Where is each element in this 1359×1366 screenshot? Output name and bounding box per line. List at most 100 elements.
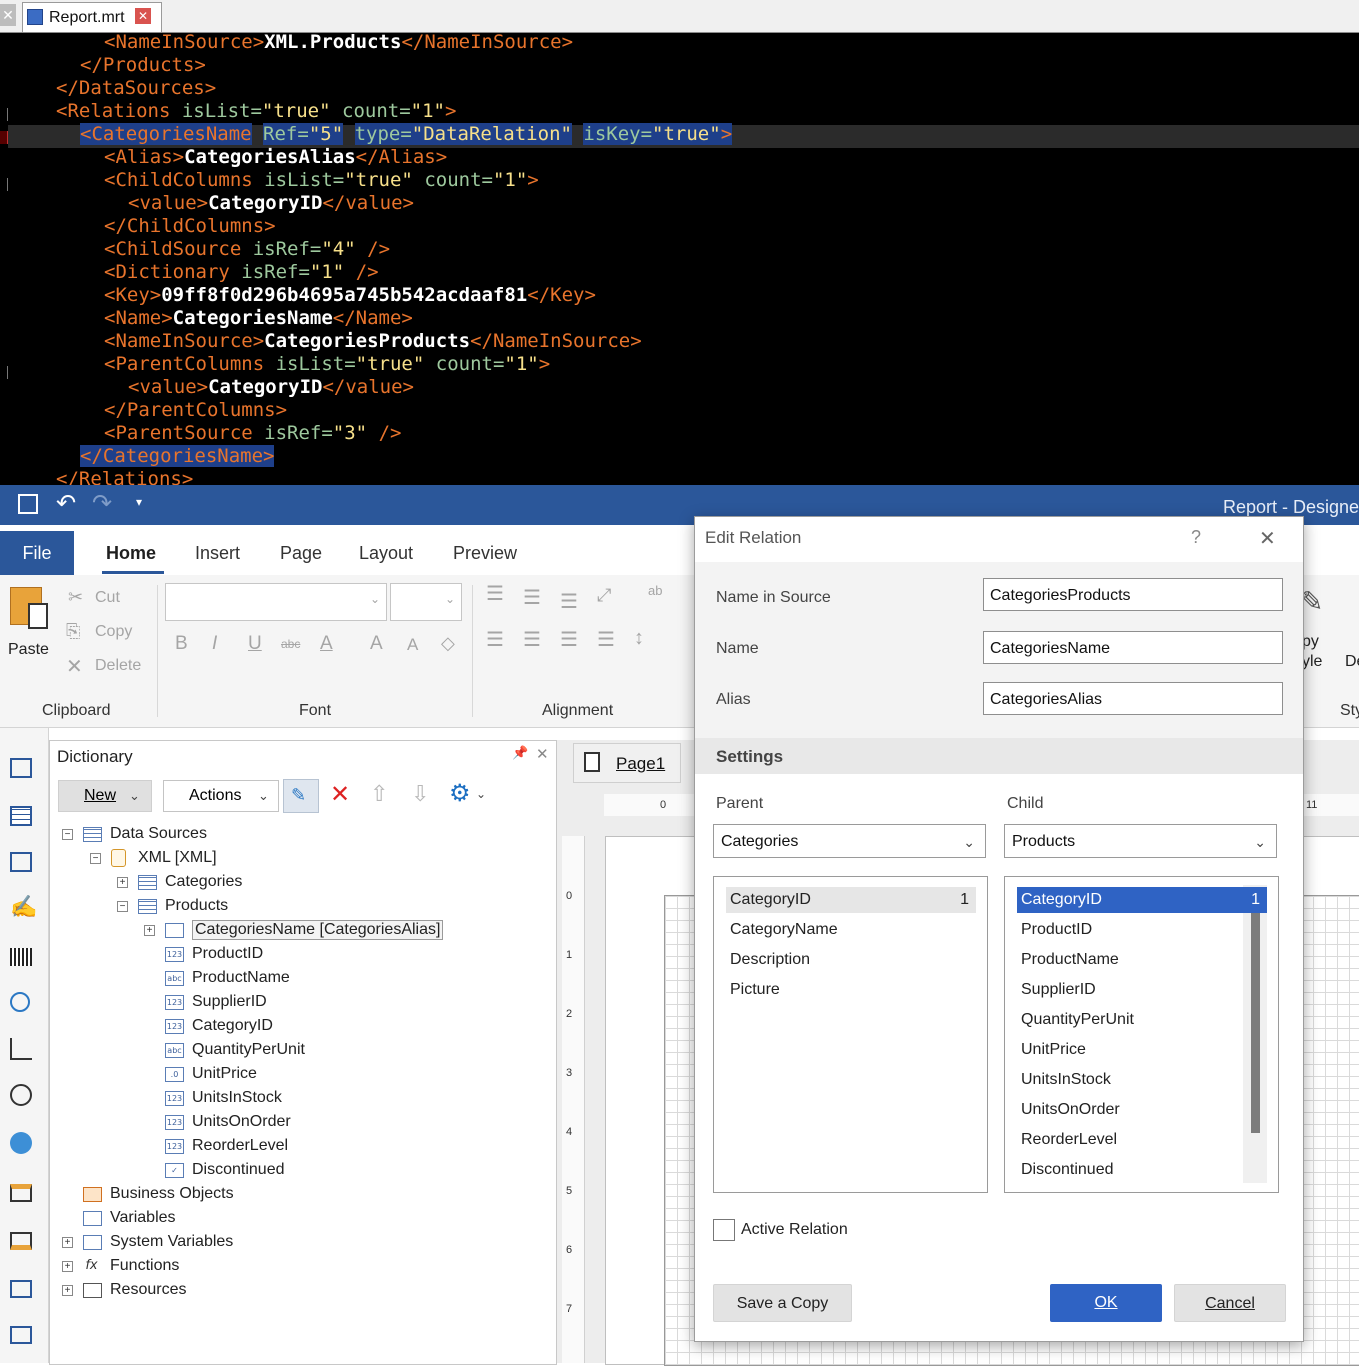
- font-size-combo[interactable]: ⌄: [390, 583, 462, 621]
- tree-column[interactable]: abc QuantityPerUnit: [50, 1040, 550, 1062]
- map-icon[interactable]: [10, 1132, 32, 1154]
- undo-icon[interactable]: ↶: [56, 489, 76, 518]
- tab-page[interactable]: Page: [280, 543, 322, 564]
- chart-icon[interactable]: [10, 1038, 32, 1060]
- delete-item-icon[interactable]: ✕: [330, 780, 350, 809]
- active-relation-checkbox[interactable]: [713, 1219, 735, 1241]
- align-right-icon[interactable]: ☰: [560, 627, 578, 652]
- child-columns-list[interactable]: CategoryID 1 ProductID ProductName SupplierI…: [1004, 876, 1279, 1193]
- list-item[interactable]: ReorderLevel: [1017, 1127, 1267, 1153]
- tab-preview[interactable]: Preview: [453, 543, 517, 564]
- eraser-icon[interactable]: ◇: [441, 633, 455, 654]
- tree-xml-connection[interactable]: − XML [XML]: [50, 848, 550, 870]
- copy-button[interactable]: Copy: [95, 623, 132, 641]
- bold-icon[interactable]: B: [175, 633, 188, 655]
- close-panel-icon[interactable]: ✕: [536, 745, 549, 763]
- child-select[interactable]: Products ⌄: [1004, 824, 1277, 858]
- tab-layout[interactable]: Layout: [359, 543, 413, 564]
- expand-icon[interactable]: +: [62, 1237, 73, 1248]
- parent-columns-list[interactable]: CategoryID 1 CategoryName Description Pictur…: [713, 876, 988, 1193]
- ok-button[interactable]: OK: [1050, 1284, 1162, 1322]
- actions-button[interactable]: Actions ⌄: [163, 780, 279, 812]
- align-top-icon[interactable]: ☰: [486, 581, 504, 606]
- barcode-icon[interactable]: [10, 948, 32, 966]
- expand-icon[interactable]: +: [117, 877, 128, 888]
- align-center-icon[interactable]: ☰: [523, 627, 541, 652]
- collapse-icon[interactable]: −: [62, 829, 73, 840]
- tree-system-variables[interactable]: + System Variables: [50, 1232, 550, 1254]
- delete-button[interactable]: Delete: [95, 657, 141, 675]
- cancel-button[interactable]: Cancel: [1174, 1284, 1286, 1322]
- tree-column[interactable]: 123 UnitsOnOrder: [50, 1112, 550, 1134]
- font-name-combo[interactable]: ⌄: [165, 583, 387, 621]
- name-in-source-input[interactable]: CategoriesProducts: [983, 578, 1283, 611]
- list-item[interactable]: UnitPrice: [1017, 1037, 1267, 1063]
- list-item[interactable]: SupplierID: [1017, 977, 1267, 1003]
- paste-button[interactable]: Paste: [6, 585, 52, 665]
- line-spacing-icon[interactable]: ↕: [634, 627, 644, 650]
- save-icon[interactable]: [18, 494, 38, 514]
- collapse-icon[interactable]: −: [90, 853, 101, 864]
- signature-icon[interactable]: ✍: [10, 894, 37, 920]
- footer-band-icon[interactable]: [10, 1232, 32, 1250]
- align-left-icon[interactable]: ☰: [486, 627, 504, 652]
- settings-gear-icon[interactable]: ⚙: [449, 779, 471, 808]
- text-component-icon[interactable]: [10, 852, 32, 872]
- underline-icon[interactable]: U: [248, 633, 262, 655]
- data-band-icon[interactable]: [10, 1280, 32, 1298]
- tree-functions[interactable]: + fx Functions: [50, 1256, 550, 1278]
- style-designer-label[interactable]: De: [1345, 653, 1359, 671]
- copy-style-label-a[interactable]: py: [1302, 633, 1319, 651]
- tree-column[interactable]: 123 UnitsInStock: [50, 1088, 550, 1110]
- list-item[interactable]: QuantityPerUnit: [1017, 1007, 1267, 1033]
- tree-relation[interactable]: + CategoriesName [CategoriesAlias]: [50, 920, 550, 942]
- expand-icon[interactable]: +: [144, 925, 155, 936]
- list-item[interactable]: CategoryID 1: [726, 887, 976, 913]
- page-tab[interactable]: Page1: [573, 743, 681, 783]
- editor-tab[interactable]: Report.mrt ✕: [22, 2, 162, 32]
- word-wrap-icon[interactable]: ab: [648, 583, 662, 598]
- cross-band-icon[interactable]: [10, 806, 32, 826]
- list-item[interactable]: CategoryName: [726, 917, 976, 943]
- tree-products[interactable]: − Products: [50, 896, 550, 918]
- tab-file[interactable]: File: [0, 531, 74, 575]
- new-button[interactable]: New ⌄: [58, 780, 152, 812]
- edit-button[interactable]: ✎: [283, 779, 319, 813]
- tab-home[interactable]: Home: [106, 543, 156, 564]
- tree-variables[interactable]: Variables: [50, 1208, 550, 1230]
- chevron-down-icon[interactable]: ⌄: [476, 787, 486, 801]
- list-item[interactable]: ProductID: [1017, 917, 1267, 943]
- list-item[interactable]: CategoryID 1: [1017, 887, 1267, 913]
- justify-icon[interactable]: ☰: [597, 627, 615, 652]
- tree-column[interactable]: 123 CategoryID: [50, 1016, 550, 1038]
- save-a-copy-button[interactable]: Save a Copy: [713, 1284, 852, 1322]
- italic-icon[interactable]: I: [212, 633, 217, 655]
- tree-business-objects[interactable]: Business Objects: [50, 1184, 550, 1206]
- band-icon[interactable]: [10, 758, 32, 778]
- align-middle-icon[interactable]: ☰: [523, 585, 541, 610]
- close-all-icon[interactable]: ✕: [0, 4, 16, 26]
- tree-column[interactable]: 123 SupplierID: [50, 992, 550, 1014]
- gauge-icon[interactable]: [10, 1084, 32, 1106]
- list-item[interactable]: Discontinued: [1017, 1157, 1267, 1183]
- shape-icon[interactable]: [10, 992, 30, 1012]
- quick-access-dropdown-icon[interactable]: ▾: [136, 495, 142, 509]
- header-band-icon[interactable]: [10, 1184, 32, 1202]
- tree-column[interactable]: 123 ProductID: [50, 944, 550, 966]
- list-item[interactable]: Description: [726, 947, 976, 973]
- expand-icon[interactable]: +: [62, 1261, 73, 1272]
- name-input[interactable]: CategoriesName: [983, 631, 1283, 664]
- tree-column[interactable]: abc ProductName: [50, 968, 550, 990]
- cut-button[interactable]: Cut: [95, 589, 120, 607]
- tree-data-sources[interactable]: − Data Sources: [50, 824, 550, 846]
- tree-column[interactable]: .0 UnitPrice: [50, 1064, 550, 1086]
- collapse-icon[interactable]: −: [117, 901, 128, 912]
- font-color-icon[interactable]: A: [320, 633, 333, 655]
- shrink-font-icon[interactable]: A: [407, 635, 418, 655]
- tree-column[interactable]: ✓ Discontinued: [50, 1160, 550, 1182]
- list-item[interactable]: UnitsInStock: [1017, 1067, 1267, 1093]
- expand-icon[interactable]: +: [62, 1285, 73, 1296]
- pin-icon[interactable]: 📌: [512, 745, 528, 761]
- tree-categories[interactable]: + Categories: [50, 872, 550, 894]
- rotate-text-icon[interactable]: ⤢: [597, 585, 611, 606]
